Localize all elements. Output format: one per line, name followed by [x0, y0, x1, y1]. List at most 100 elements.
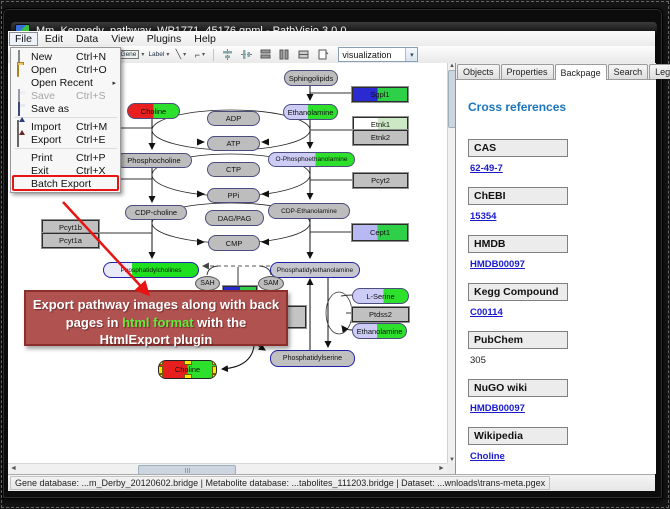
selection-handle[interactable]: [158, 366, 163, 374]
save-as-disk-icon: [18, 102, 20, 116]
xref-section-nugo: NuGO wiki HMDB00097: [468, 378, 650, 414]
selection-handle[interactable]: [212, 366, 217, 374]
stack-vertical-icon: [259, 48, 272, 61]
backpage-content[interactable]: Cross references CAS 62-49-7 ChEBI 15354…: [456, 80, 656, 474]
menuitem-save: SaveCtrl+S: [11, 89, 120, 102]
node-l-serine[interactable]: L-Serine: [352, 288, 409, 304]
side-panel: Objects Properties Backpage Search Legen…: [455, 63, 656, 474]
menuitem-exit[interactable]: ExitCtrl+X: [11, 164, 120, 177]
scroll-left-icon[interactable]: ◄: [8, 464, 19, 474]
page-icon: [316, 48, 329, 61]
menuitem-save-as[interactable]: Save as: [11, 102, 120, 115]
node-phosphatidylserine[interactable]: Phosphatidylserine: [270, 350, 355, 367]
xref-link[interactable]: HMDB00097: [470, 259, 650, 270]
callout-highlight: html format: [122, 315, 194, 330]
node-ctp[interactable]: CTP: [207, 162, 260, 177]
menuitem-open-recent[interactable]: Open Recent▸: [11, 76, 120, 89]
common-size-button[interactable]: [295, 47, 312, 63]
dropdown-icon: ▾: [202, 51, 205, 58]
file-menu-popup: NewCtrl+N OpenCtrl+O Open Recent▸ SaveCt…: [10, 47, 121, 193]
node-adp[interactable]: ADP: [207, 111, 260, 126]
page-setup-button[interactable]: [314, 47, 331, 63]
node-phosphatidylethanolamine[interactable]: Phosphatidylethanolamine: [270, 262, 360, 278]
toolbar-separator: [213, 49, 214, 61]
dropdown-icon: ▾: [183, 51, 186, 58]
node-ethanolamine[interactable]: Ethanolamine: [283, 104, 338, 120]
node-choline-selected[interactable]: Choline: [158, 360, 217, 379]
xref-source-name: PubChem: [468, 331, 568, 349]
status-bar: Gene database: ...m_Derby_20120602.bridg…: [8, 474, 655, 491]
visualization-combobox[interactable]: visualization ▾: [338, 47, 418, 62]
node-ethanolamine-2[interactable]: Ethanolamine: [352, 323, 407, 339]
xref-value: 305: [470, 355, 650, 366]
node-atp[interactable]: ATP: [207, 136, 260, 151]
node-phosphatidylcholines[interactable]: Phosphatidylcholines: [103, 262, 199, 278]
node-o-phosphoethanolamine[interactable]: O-Phosphoethanolamine: [268, 152, 355, 167]
node-ppi[interactable]: PPi: [207, 188, 260, 203]
menu-help[interactable]: Help: [188, 32, 222, 46]
menu-view[interactable]: View: [105, 32, 140, 46]
menuitem-batch-export[interactable]: Batch Export: [11, 177, 120, 190]
node-sgpl1[interactable]: Sgpl1: [352, 87, 408, 102]
menu-edit[interactable]: Edit: [39, 32, 69, 46]
xref-section-chebi: ChEBI 15354: [468, 186, 650, 222]
open-folder-icon: [17, 63, 19, 77]
node-sah[interactable]: SAH: [195, 276, 220, 291]
tab-backpage[interactable]: Backpage: [555, 64, 607, 80]
xref-source-name: NuGO wiki: [468, 379, 568, 397]
tab-legend[interactable]: Legend: [649, 64, 670, 79]
tab-objects[interactable]: Objects: [457, 64, 500, 79]
xref-link[interactable]: C00114: [470, 307, 650, 318]
menu-separator: [14, 148, 117, 149]
menuitem-open[interactable]: OpenCtrl+O: [11, 63, 120, 76]
node-phosphocholine[interactable]: Phosphocholine: [116, 153, 192, 168]
node-ptdss2[interactable]: Ptdss2: [352, 307, 409, 322]
backpage-heading: Cross references: [468, 100, 650, 114]
node-cdp-ethanolamine[interactable]: CDP-Ethanolamine: [268, 203, 350, 219]
selection-handle[interactable]: [158, 360, 163, 365]
annotation-callout: Export pathway images along with back pa…: [24, 290, 288, 346]
node-pcyt1a[interactable]: Pcyt1a: [42, 233, 99, 248]
align-center-button[interactable]: [219, 47, 236, 63]
node-etnk2[interactable]: Etnk2: [353, 130, 408, 145]
dropdown-icon: ▾: [141, 51, 144, 58]
save-disk-icon: [18, 89, 20, 103]
node-pcyt2[interactable]: Pcyt2: [353, 173, 408, 188]
connector-icon: ⌐: [195, 50, 200, 60]
tab-properties[interactable]: Properties: [501, 64, 554, 79]
submenu-arrow-icon: ▸: [112, 79, 116, 87]
node-sphingolipids[interactable]: Sphingolipids: [284, 70, 338, 86]
menuitem-new[interactable]: NewCtrl+N: [11, 50, 120, 63]
node-cmp[interactable]: CMP: [208, 235, 260, 251]
xref-link[interactable]: HMDB00097: [470, 403, 650, 414]
xref-link[interactable]: Choline: [470, 451, 650, 462]
scroll-right-icon[interactable]: ►: [436, 464, 447, 474]
menuitem-import[interactable]: ImportCtrl+M: [11, 120, 120, 133]
new-label-button[interactable]: Label▾: [147, 47, 170, 63]
menuitem-export[interactable]: ExportCtrl+E: [11, 133, 120, 146]
menuitem-print[interactable]: PrintCtrl+P: [11, 151, 120, 164]
stack-vertical-button[interactable]: [257, 47, 274, 63]
menu-plugins[interactable]: Plugins: [141, 32, 187, 46]
node-dag[interactable]: DAG/PAG: [205, 210, 264, 226]
common-size-icon: [297, 48, 310, 61]
node-sam[interactable]: SAM: [258, 276, 284, 291]
menu-separator: [14, 117, 117, 118]
menu-file[interactable]: File: [9, 32, 38, 46]
xref-link[interactable]: 15354: [470, 211, 650, 222]
new-connector-button[interactable]: ⌐▾: [191, 47, 208, 63]
selection-handle[interactable]: [184, 360, 192, 365]
stack-horizontal-button[interactable]: [276, 47, 293, 63]
status-text: Gene database: ...m_Derby_20120602.bridg…: [10, 476, 550, 490]
node-choline[interactable]: Choline: [127, 103, 180, 119]
align-middle-button[interactable]: [238, 47, 255, 63]
selection-handle[interactable]: [184, 374, 192, 379]
align-middle-icon: [240, 48, 253, 61]
new-line-button[interactable]: ╲▾: [172, 47, 189, 63]
node-cdp-choline[interactable]: CDP-choline: [125, 205, 187, 220]
menu-data[interactable]: Data: [70, 32, 104, 46]
tab-search[interactable]: Search: [608, 64, 649, 79]
node-cept1[interactable]: Cept1: [352, 224, 408, 241]
xref-link[interactable]: 62-49-7: [470, 163, 650, 174]
visualization-dropdown-icon[interactable]: ▾: [405, 48, 417, 61]
